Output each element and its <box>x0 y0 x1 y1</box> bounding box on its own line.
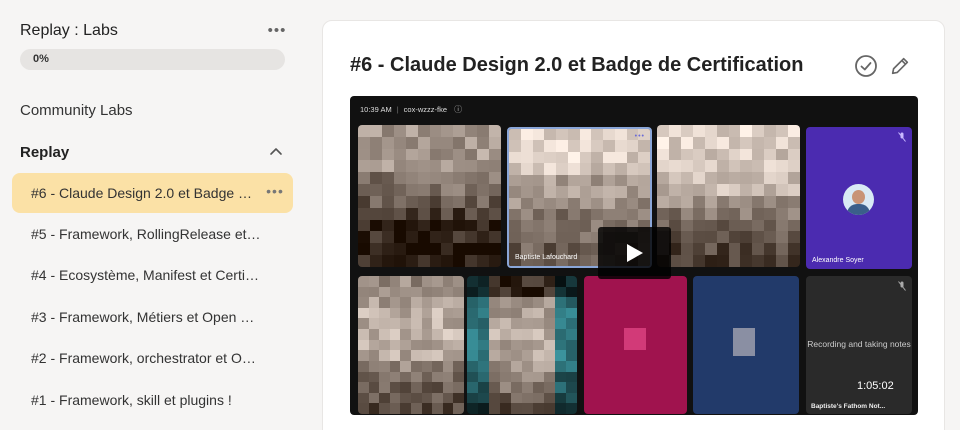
avatar <box>843 184 874 215</box>
recorder-name: Baptiste's Fathom Not... <box>811 403 886 410</box>
mic-muted-icon <box>898 281 906 291</box>
pixelated-video <box>657 125 800 267</box>
participant-tile-recorder: Recording and taking notes 1:05:02 Bapti… <box>806 276 912 414</box>
meeting-code: cox-wzzz-fke <box>403 105 447 114</box>
play-icon <box>627 244 643 262</box>
play-button[interactable] <box>598 227 671 279</box>
participant-tile-blue <box>693 276 799 414</box>
info-icon: ⓘ <box>454 105 463 114</box>
lesson-label: #5 - Framework, RollingRelease et Genera… <box>31 226 261 242</box>
pixelated-video <box>358 276 464 414</box>
lesson-item-1[interactable]: #1 - Framework, skill et plugins ! <box>12 380 293 420</box>
lesson-menu-button[interactable]: ••• <box>265 183 285 201</box>
video-player[interactable]: 10:39 AM | cox-wzzz-fke ⓘ ••• Baptiste Laf… <box>350 96 918 415</box>
chevron-up-icon[interactable] <box>268 144 284 160</box>
participant-name: Alexandre Soyer <box>812 257 864 264</box>
pixelated-video <box>624 328 646 350</box>
lesson-item-6[interactable]: #6 - Claude Design 2.0 et Badge de Certi… <box>12 173 293 213</box>
lesson-item-4[interactable]: #4 - Ecosystème, Manifest et Certificati… <box>12 255 293 295</box>
participant-tile-pixelated <box>358 276 464 414</box>
participant-tile-pixelated <box>467 276 577 414</box>
lesson-item-2[interactable]: #2 - Framework, orchestrator et Open sou… <box>12 338 293 378</box>
check-circle-icon[interactable] <box>854 54 878 78</box>
lesson-item-5[interactable]: #5 - Framework, RollingRelease et Genera… <box>12 214 293 254</box>
lesson-card: #6 - Claude Design 2.0 et Badge de Certi… <box>322 20 945 430</box>
pixelated-video <box>733 328 755 356</box>
course-progress-bar: 0% <box>20 49 285 70</box>
pixelated-video <box>358 125 501 267</box>
lesson-label: #4 - Ecosystème, Manifest et Certificati… <box>31 267 261 283</box>
lesson-label: #1 - Framework, skill et plugins ! <box>31 392 232 408</box>
mic-muted-icon <box>898 132 906 142</box>
lesson-label: #2 - Framework, orchestrator et Open sou… <box>31 350 261 366</box>
section-replay[interactable]: Replay <box>20 144 69 161</box>
participant-tile-alexandre: Alexandre Soyer <box>806 127 912 269</box>
meeting-info-bar: 10:39 AM | cox-wzzz-fke ⓘ <box>360 105 463 114</box>
recorder-bar: Baptiste's Fathom Not... <box>806 392 912 414</box>
pencil-icon[interactable] <box>889 55 911 77</box>
course-title: Replay : Labs <box>20 22 118 39</box>
participant-tile-pixelated <box>358 125 501 267</box>
course-menu-button[interactable]: ••• <box>266 22 288 42</box>
section-community-labs[interactable]: Community Labs <box>20 102 133 119</box>
sidebar: Replay : Labs ••• 0% Community Labs Repl… <box>0 0 305 430</box>
lesson-title: #6 - Claude Design 2.0 et Badge de Certi… <box>350 54 804 76</box>
participant-tile-pixelated <box>657 125 800 267</box>
meeting-time: 10:39 AM <box>360 105 392 114</box>
participant-tile-pink <box>584 276 687 414</box>
lesson-label: #6 - Claude Design 2.0 et Badge de Certi… <box>31 185 253 201</box>
pixelated-video <box>467 276 577 414</box>
lesson-item-3[interactable]: #3 - Framework, Métiers et Open Source <box>12 297 293 337</box>
recording-status: Recording and taking notes <box>807 339 911 349</box>
tile-more-icon: ••• <box>634 133 645 140</box>
participant-name: Baptiste Lafouchard <box>515 254 578 261</box>
progress-label: 0% <box>33 53 49 65</box>
video-duration: 1:05:02 <box>857 380 894 392</box>
lesson-label: #3 - Framework, Métiers et Open Source <box>31 309 261 325</box>
